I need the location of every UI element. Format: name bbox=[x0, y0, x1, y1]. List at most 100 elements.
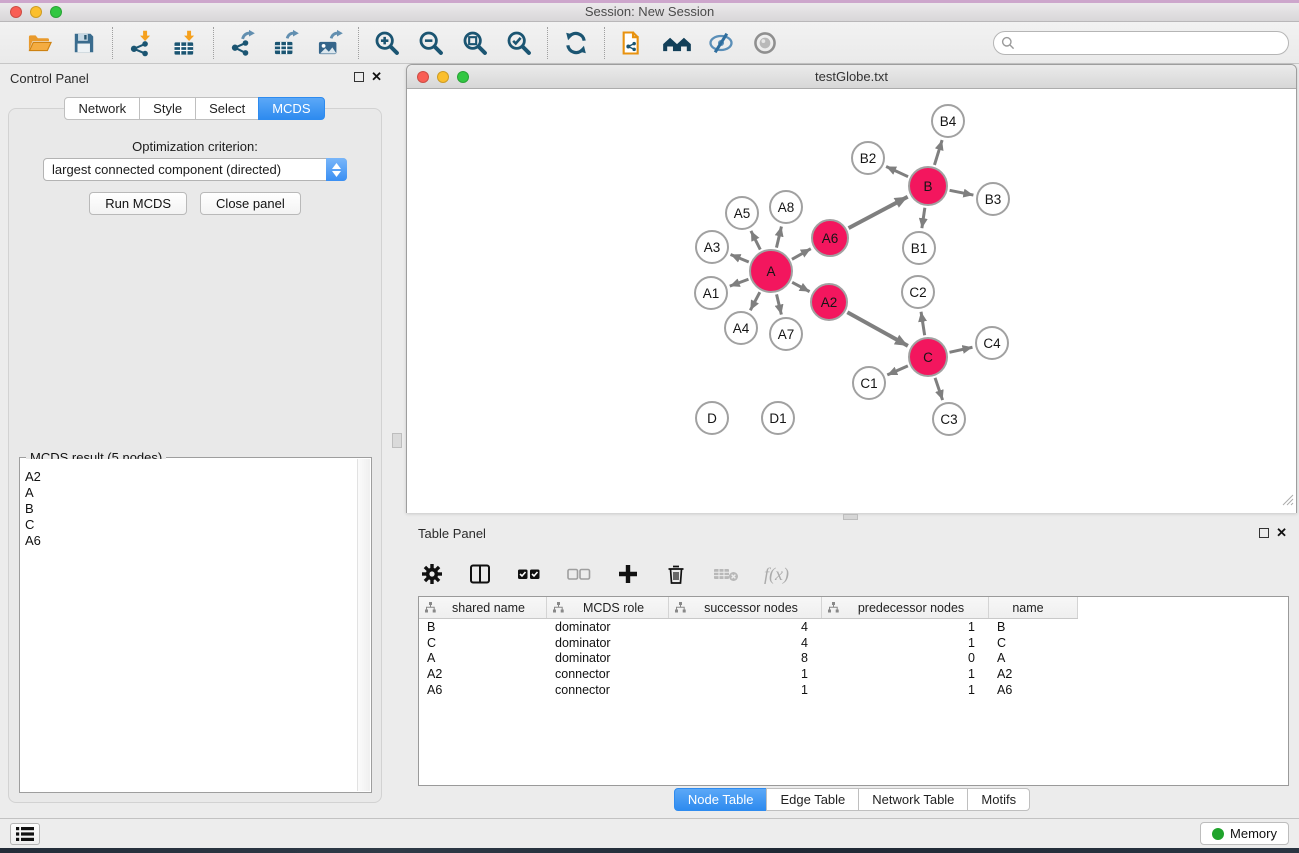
table-cell[interactable]: dominator bbox=[547, 636, 669, 650]
edge-A-A7[interactable] bbox=[777, 294, 782, 314]
table-row[interactable]: Adominator80A bbox=[419, 651, 1288, 667]
node-C[interactable]: C bbox=[908, 337, 948, 377]
table-cell[interactable]: C bbox=[419, 636, 547, 650]
table-row[interactable]: A6connector11A6 bbox=[419, 682, 1288, 698]
table-cell[interactable]: dominator bbox=[547, 620, 669, 634]
edge-B-B3[interactable] bbox=[950, 190, 974, 195]
result-item[interactable]: A2 bbox=[25, 469, 370, 485]
zoom-fit-icon[interactable] bbox=[460, 28, 490, 58]
close-panel-icon[interactable]: ✕ bbox=[1276, 525, 1287, 541]
node-B4[interactable]: B4 bbox=[931, 104, 965, 138]
edge-B-B4[interactable] bbox=[934, 140, 942, 165]
export-image-icon[interactable] bbox=[315, 28, 345, 58]
node-A[interactable]: A bbox=[749, 249, 793, 293]
table-cell[interactable]: A2 bbox=[989, 667, 1078, 681]
edge-A2-C[interactable] bbox=[847, 312, 908, 346]
edge-A-A5[interactable] bbox=[751, 231, 760, 250]
home-icon[interactable] bbox=[662, 28, 692, 58]
zoom-out-icon[interactable] bbox=[416, 28, 446, 58]
node-A8[interactable]: A8 bbox=[769, 190, 803, 224]
maximize-window-button[interactable] bbox=[50, 6, 62, 18]
table-cell[interactable]: A6 bbox=[989, 683, 1078, 697]
node-B1[interactable]: B1 bbox=[902, 231, 936, 265]
table-row[interactable]: A2connector11A2 bbox=[419, 666, 1288, 682]
node-C2[interactable]: C2 bbox=[901, 275, 935, 309]
add-icon[interactable] bbox=[616, 559, 640, 589]
table-row[interactable]: Bdominator41B bbox=[419, 619, 1288, 635]
table-cell[interactable]: A bbox=[989, 651, 1078, 665]
column-header-predecessor-nodes[interactable]: predecessor nodes bbox=[822, 597, 989, 618]
refresh-icon[interactable] bbox=[561, 28, 591, 58]
node-B3[interactable]: B3 bbox=[976, 182, 1010, 216]
edge-A-A8[interactable] bbox=[776, 226, 781, 247]
result-item[interactable]: C bbox=[25, 517, 370, 533]
table-cell[interactable]: 0 bbox=[822, 651, 989, 665]
run-mcds-button[interactable]: Run MCDS bbox=[89, 192, 187, 215]
table-cell[interactable]: dominator bbox=[547, 651, 669, 665]
edge-A-A3[interactable] bbox=[731, 255, 749, 262]
table-cell[interactable]: C bbox=[989, 636, 1078, 650]
splitter-handle[interactable] bbox=[392, 433, 402, 448]
result-scrollbar[interactable] bbox=[357, 459, 370, 791]
node-table[interactable]: shared nameMCDS rolesuccessor nodesprede… bbox=[418, 596, 1289, 786]
tab-edge-table[interactable]: Edge Table bbox=[766, 788, 859, 811]
table-cell[interactable]: A bbox=[419, 651, 547, 665]
zoom-in-icon[interactable] bbox=[372, 28, 402, 58]
clone-network-icon[interactable] bbox=[618, 28, 648, 58]
tab-network[interactable]: Network bbox=[64, 97, 140, 120]
node-C1[interactable]: C1 bbox=[852, 366, 886, 400]
table-cell[interactable]: 4 bbox=[669, 636, 822, 650]
edge-B-B1[interactable] bbox=[922, 208, 925, 228]
edge-C-C4[interactable] bbox=[949, 347, 972, 352]
tab-network-table[interactable]: Network Table bbox=[858, 788, 968, 811]
node-A4[interactable]: A4 bbox=[724, 311, 758, 345]
node-D[interactable]: D bbox=[695, 401, 729, 435]
column-header-MCDS-role[interactable]: MCDS role bbox=[547, 597, 669, 618]
edge-C-C1[interactable] bbox=[887, 366, 908, 375]
float-panel-icon[interactable] bbox=[1259, 528, 1269, 538]
open-session-icon[interactable] bbox=[25, 28, 55, 58]
result-item[interactable]: A bbox=[25, 485, 370, 501]
table-cell[interactable]: 1 bbox=[822, 636, 989, 650]
tab-node-table[interactable]: Node Table bbox=[674, 788, 768, 811]
column-header-shared-name[interactable]: shared name bbox=[419, 597, 547, 618]
node-A6[interactable]: A6 bbox=[811, 219, 849, 257]
float-panel-icon[interactable] bbox=[354, 72, 364, 82]
edge-A6-B[interactable] bbox=[849, 197, 908, 228]
edge-A-A6[interactable] bbox=[792, 249, 811, 260]
search-input[interactable] bbox=[993, 31, 1289, 55]
resize-grip-icon[interactable] bbox=[1281, 493, 1294, 511]
node-A1[interactable]: A1 bbox=[694, 276, 728, 310]
memory-button[interactable]: Memory bbox=[1200, 822, 1289, 845]
eye-icon[interactable] bbox=[750, 28, 780, 58]
zoom-selected-icon[interactable] bbox=[504, 28, 534, 58]
node-A3[interactable]: A3 bbox=[695, 230, 729, 264]
node-A5[interactable]: A5 bbox=[725, 196, 759, 230]
table-cell[interactable]: connector bbox=[547, 683, 669, 697]
columns-icon[interactable] bbox=[468, 559, 492, 589]
table-cell[interactable]: 1 bbox=[822, 683, 989, 697]
table-row[interactable]: Cdominator41C bbox=[419, 635, 1288, 651]
column-header-successor-nodes[interactable]: successor nodes bbox=[669, 597, 822, 618]
node-C4[interactable]: C4 bbox=[975, 326, 1009, 360]
node-C3[interactable]: C3 bbox=[932, 402, 966, 436]
node-B2[interactable]: B2 bbox=[851, 141, 885, 175]
settings-icon[interactable] bbox=[420, 559, 444, 589]
edge-B-B2[interactable] bbox=[886, 166, 908, 176]
criterion-select[interactable]: largest connected component (directed) bbox=[43, 158, 347, 181]
network-canvas[interactable]: AA1A2A3A4A5A6A7A8BB1B2B3B4CC1C2C3C4DD1 bbox=[407, 89, 1296, 513]
mcds-result-list[interactable]: A2ABCA6 bbox=[21, 459, 370, 791]
close-panel-button[interactable]: Close panel bbox=[200, 192, 301, 215]
minimize-view-button[interactable] bbox=[437, 71, 449, 83]
close-window-button[interactable] bbox=[10, 6, 22, 18]
task-history-button[interactable] bbox=[10, 823, 40, 845]
close-view-button[interactable] bbox=[417, 71, 429, 83]
edge-C-C3[interactable] bbox=[935, 378, 943, 400]
table-cell[interactable]: 1 bbox=[669, 667, 822, 681]
tab-motifs[interactable]: Motifs bbox=[967, 788, 1030, 811]
table-cell[interactable]: B bbox=[989, 620, 1078, 634]
result-item[interactable]: B bbox=[25, 501, 370, 517]
table-cell[interactable]: 1 bbox=[822, 667, 989, 681]
table-cell[interactable]: 4 bbox=[669, 620, 822, 634]
tab-style[interactable]: Style bbox=[139, 97, 196, 120]
